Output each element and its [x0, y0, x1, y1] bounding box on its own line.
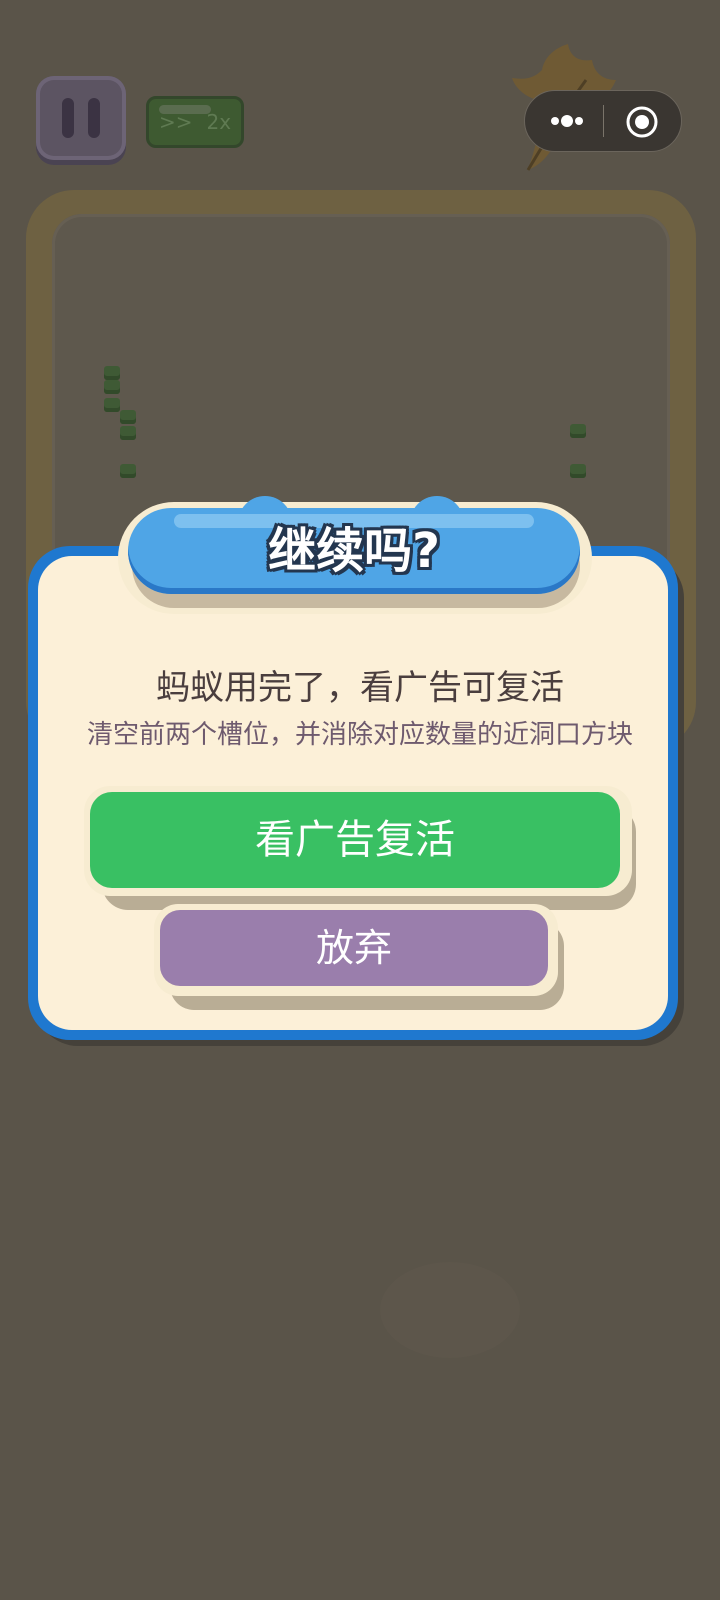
give-up-button[interactable]: 放弃 [160, 910, 548, 986]
board-tile [120, 410, 136, 424]
faint-decoration [380, 1262, 520, 1358]
dialog-message: 蚂蚁用完了，看广告可复活 [156, 668, 564, 708]
dialog-detail: 清空前两个槽位，并消除对应数量的近洞口方块 [86, 720, 633, 750]
speed-toggle-button[interactable]: >> 2x [146, 96, 244, 148]
pause-button[interactable] [36, 76, 126, 160]
board-tile [120, 464, 136, 478]
close-target-icon[interactable] [625, 105, 659, 139]
dialog-title: 继续吗? [268, 523, 440, 579]
board-tile [570, 464, 586, 478]
board-tile [120, 426, 136, 440]
watch-ad-revive-button[interactable]: 看广告复活 [90, 792, 620, 888]
board-tile [104, 398, 120, 412]
speed-multiplier-label: 2x [206, 110, 232, 134]
capsule-divider [603, 105, 604, 137]
board-tile [570, 424, 586, 438]
board-tile [104, 366, 120, 380]
more-dots-icon[interactable] [547, 109, 587, 133]
board-tile [104, 380, 120, 394]
mini-program-capsule [524, 90, 682, 152]
